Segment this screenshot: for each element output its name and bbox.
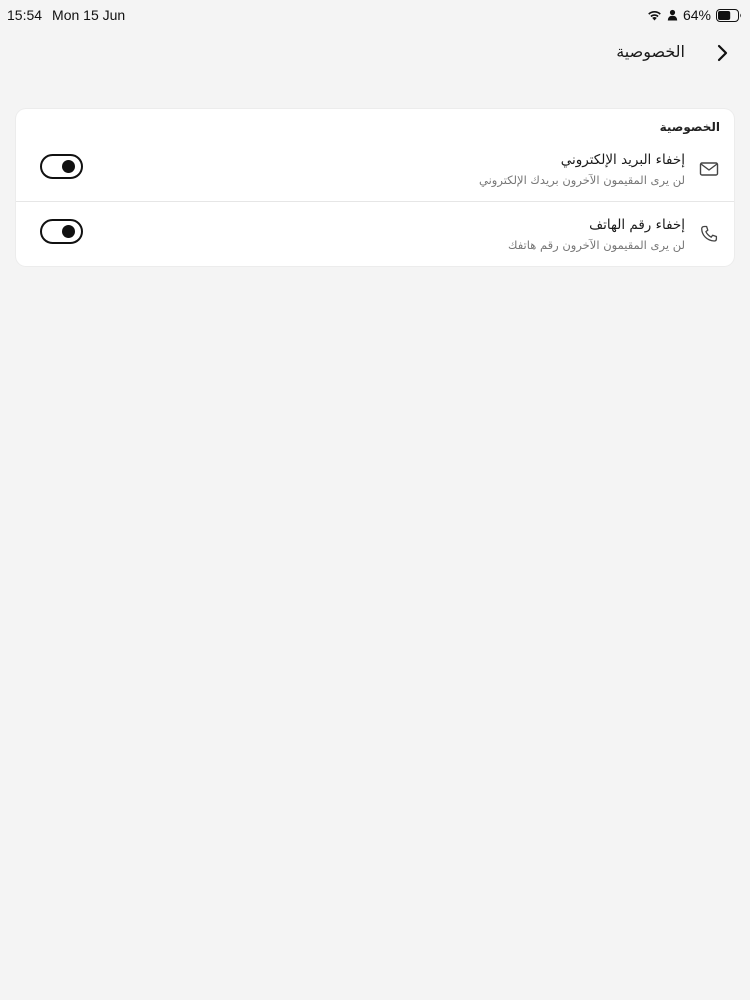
privacy-card: الخصوصية إخفاء البريد الإلكتروني لن يرى … (16, 109, 734, 266)
hide-email-text: إخفاء البريد الإلكتروني لن يرى المقيمون … (479, 151, 685, 188)
status-time: 15:54 (7, 7, 43, 23)
hide-email-toggle[interactable] (40, 154, 83, 179)
person-icon (667, 9, 678, 21)
page-title: الخصوصية (616, 42, 685, 61)
status-date: Mon 15 Jun (52, 7, 126, 23)
wifi-icon (647, 9, 662, 21)
hide-email-row: إخفاء البريد الإلكتروني لن يرى المقيمون … (16, 138, 734, 202)
chevron-right-icon (717, 44, 728, 62)
mail-icon (698, 158, 720, 180)
phone-icon (698, 223, 720, 245)
status-bar: 15:54 Mon 15 Jun 64% (0, 0, 750, 30)
hide-email-description: لن يرى المقيمون الآخرون بريدك الإلكتروني (479, 173, 685, 187)
back-button[interactable] (710, 41, 734, 65)
hide-phone-row: إخفاء رقم الهاتف لن يرى المقيمون الآخرون… (16, 203, 734, 267)
hide-phone-label: إخفاء رقم الهاتف (589, 217, 685, 233)
status-left: 15:54 Mon 15 Jun (7, 7, 125, 23)
hide-phone-description: لن يرى المقيمون الآخرون رقم هاتفك (508, 238, 685, 252)
section-title: الخصوصية (659, 120, 720, 134)
header: الخصوصية (0, 38, 750, 68)
battery-icon (716, 8, 742, 22)
hide-email-label: إخفاء البريد الإلكتروني (560, 152, 685, 168)
battery-percent: 64% (682, 7, 711, 23)
hide-phone-text: إخفاء رقم الهاتف لن يرى المقيمون الآخرون… (508, 216, 685, 253)
status-right: 64% (647, 7, 742, 23)
row-divider (16, 201, 734, 202)
toggle-knob (62, 225, 75, 238)
toggle-knob (62, 160, 75, 173)
hide-phone-toggle[interactable] (40, 219, 83, 244)
